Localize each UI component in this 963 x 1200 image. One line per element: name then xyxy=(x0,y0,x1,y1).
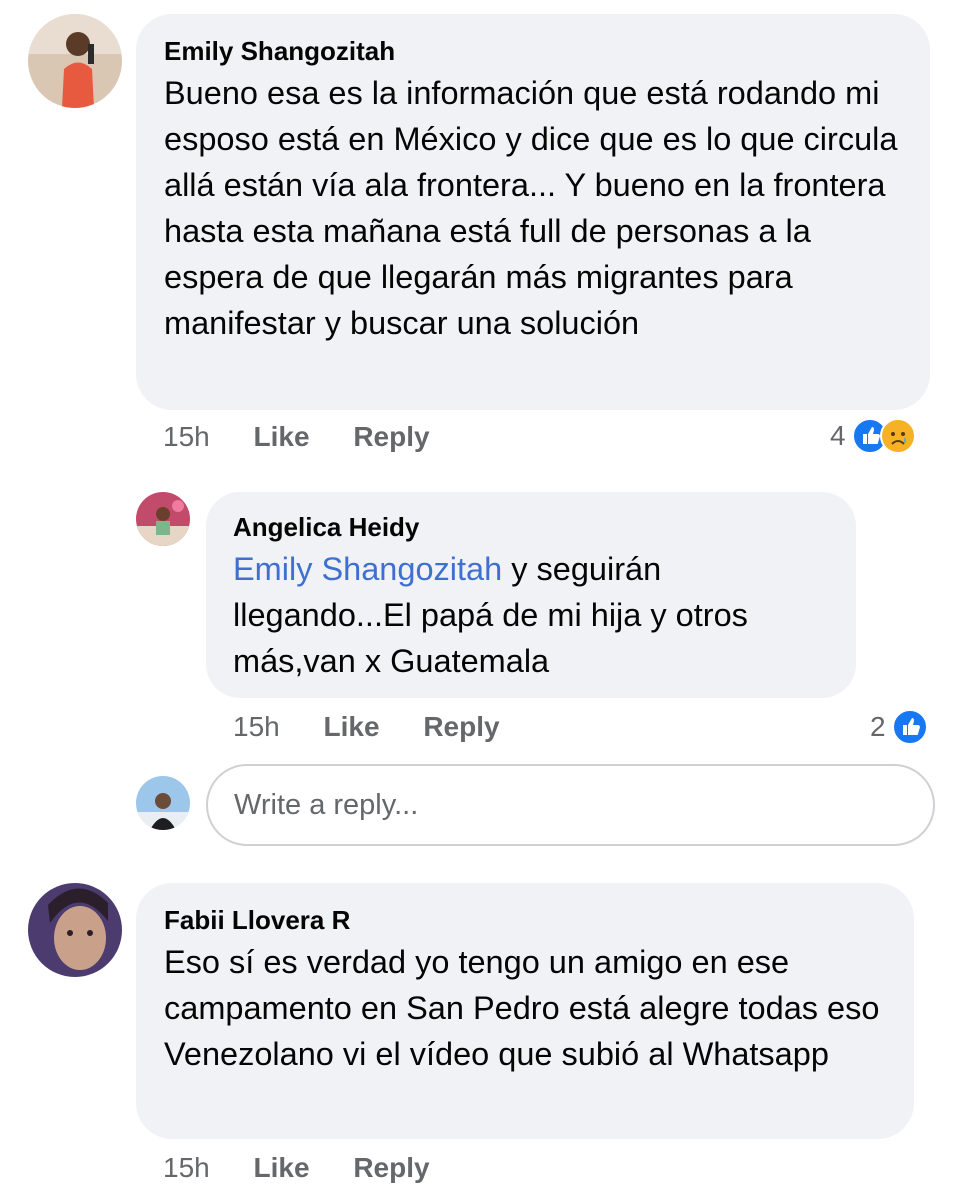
comment-actions: 15h Like Reply xyxy=(233,711,500,743)
like-button[interactable]: Like xyxy=(254,1152,310,1183)
comment-actions: 15h Like Reply xyxy=(163,421,430,453)
current-user-avatar xyxy=(136,776,190,830)
comment-timestamp[interactable]: 15h xyxy=(163,1152,210,1183)
comment-text: Emily Shangozitah y seguirán llegando...… xyxy=(233,546,836,684)
comment-author[interactable]: Angelica Heidy xyxy=(233,510,836,544)
reply-input[interactable]: Write a reply... xyxy=(206,764,935,846)
reaction-count: 4 xyxy=(830,420,846,451)
comment-actions: 15h Like Reply xyxy=(163,1152,430,1184)
avatar-photo xyxy=(136,492,190,546)
avatar-photo xyxy=(28,14,122,108)
comment-bubble: Emily Shangozitah Bueno esa es la inform… xyxy=(136,14,930,410)
reply-placeholder: Write a reply... xyxy=(234,788,419,821)
sad-icon xyxy=(879,418,916,454)
like-button[interactable]: Like xyxy=(324,711,380,742)
avatar[interactable] xyxy=(28,883,122,977)
reply-button[interactable]: Reply xyxy=(353,421,429,452)
avatar-photo xyxy=(136,776,190,830)
reply-bubble: Angelica Heidy Emily Shangozitah y segui… xyxy=(206,492,856,698)
avatar[interactable] xyxy=(136,492,190,546)
comment-text: Bueno esa es la información que está rod… xyxy=(164,75,898,341)
comment-timestamp[interactable]: 15h xyxy=(163,421,210,452)
like-icon xyxy=(891,709,928,745)
reaction-summary[interactable]: 4 xyxy=(830,418,916,454)
reply-button[interactable]: Reply xyxy=(353,1152,429,1183)
reaction-summary[interactable]: 2 xyxy=(870,709,928,745)
reply-button[interactable]: Reply xyxy=(423,711,499,742)
comment-author[interactable]: Emily Shangozitah xyxy=(164,34,906,68)
avatar-photo xyxy=(28,883,122,977)
comment-text: Eso sí es verdad yo tengo un amigo en es… xyxy=(164,944,880,1072)
comment-timestamp[interactable]: 15h xyxy=(233,711,280,742)
avatar[interactable] xyxy=(28,14,122,108)
reaction-count: 2 xyxy=(870,711,886,742)
like-button[interactable]: Like xyxy=(254,421,310,452)
mention-link[interactable]: Emily Shangozitah xyxy=(233,551,502,587)
comment-bubble: Fabii Llovera R Eso sí es verdad yo teng… xyxy=(136,883,914,1139)
comment-author[interactable]: Fabii Llovera R xyxy=(164,903,890,937)
